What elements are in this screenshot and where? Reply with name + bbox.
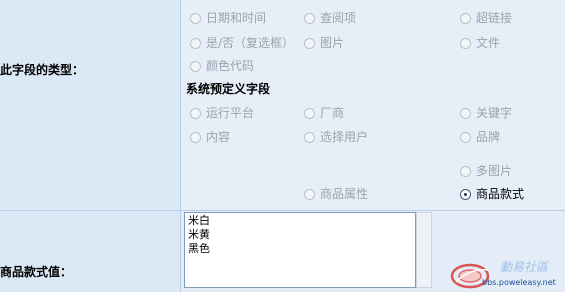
radio-icon[interactable] — [190, 13, 201, 24]
row-divider — [0, 210, 565, 211]
radio-icon[interactable] — [460, 132, 471, 143]
option-color-code[interactable]: 颜色代码 — [190, 58, 254, 74]
option-select-user[interactable]: 选择用户 — [304, 129, 368, 145]
textarea-scrollbar[interactable] — [416, 212, 432, 288]
option-hyperlink[interactable]: 超链接 — [460, 10, 512, 26]
option-date-time[interactable]: 日期和时间 — [190, 10, 266, 26]
radio-icon[interactable] — [460, 166, 471, 177]
watermark-brand-text: 動易社區 — [500, 260, 549, 274]
radio-icon[interactable] — [304, 132, 315, 143]
radio-icon[interactable] — [460, 13, 471, 24]
radio-icon[interactable] — [460, 38, 471, 49]
radio-icon[interactable] — [304, 38, 315, 49]
option-multi-image[interactable]: 多图片 — [460, 163, 512, 179]
radio-icon[interactable] — [460, 108, 471, 119]
option-product-attribute[interactable]: 商品属性 — [304, 186, 368, 202]
option-brand[interactable]: 品牌 — [460, 129, 500, 145]
radio-icon[interactable] — [190, 38, 201, 49]
radio-icon[interactable] — [190, 108, 201, 119]
radio-icon[interactable] — [304, 108, 315, 119]
radio-selected-icon[interactable] — [460, 189, 471, 200]
type-label-cell — [0, 0, 180, 210]
option-platform[interactable]: 运行平台 — [190, 105, 254, 121]
option-yes-no[interactable]: 是/否（复选框） — [190, 35, 294, 51]
option-file[interactable]: 文件 — [460, 35, 500, 51]
option-keyword[interactable]: 关键字 — [460, 105, 512, 121]
system-fields-heading: 系统预定义字段 — [186, 82, 271, 96]
option-content[interactable]: 内容 — [190, 129, 230, 145]
radio-icon[interactable] — [190, 61, 201, 72]
radio-icon[interactable] — [304, 189, 315, 200]
option-lookup[interactable]: 查阅项 — [304, 10, 356, 26]
option-image[interactable]: 图片 — [304, 35, 344, 51]
option-vendor[interactable]: 厂商 — [304, 105, 344, 121]
column-divider — [180, 0, 181, 292]
option-product-style[interactable]: 商品款式 — [460, 186, 524, 202]
radio-icon[interactable] — [304, 13, 315, 24]
style-values-textarea[interactable] — [184, 212, 416, 288]
radio-icon[interactable] — [190, 132, 201, 143]
field-type-label: 此字段的类型： — [0, 63, 85, 77]
watermark-url: bbs.poweleasy.net — [482, 278, 556, 287]
style-values-label: 商品款式值： — [0, 265, 73, 279]
field-type-form: 此字段的类型： 商品款式值： 日期和时间 查阅项 超链接 是/否（复选框） 图片… — [0, 0, 565, 292]
